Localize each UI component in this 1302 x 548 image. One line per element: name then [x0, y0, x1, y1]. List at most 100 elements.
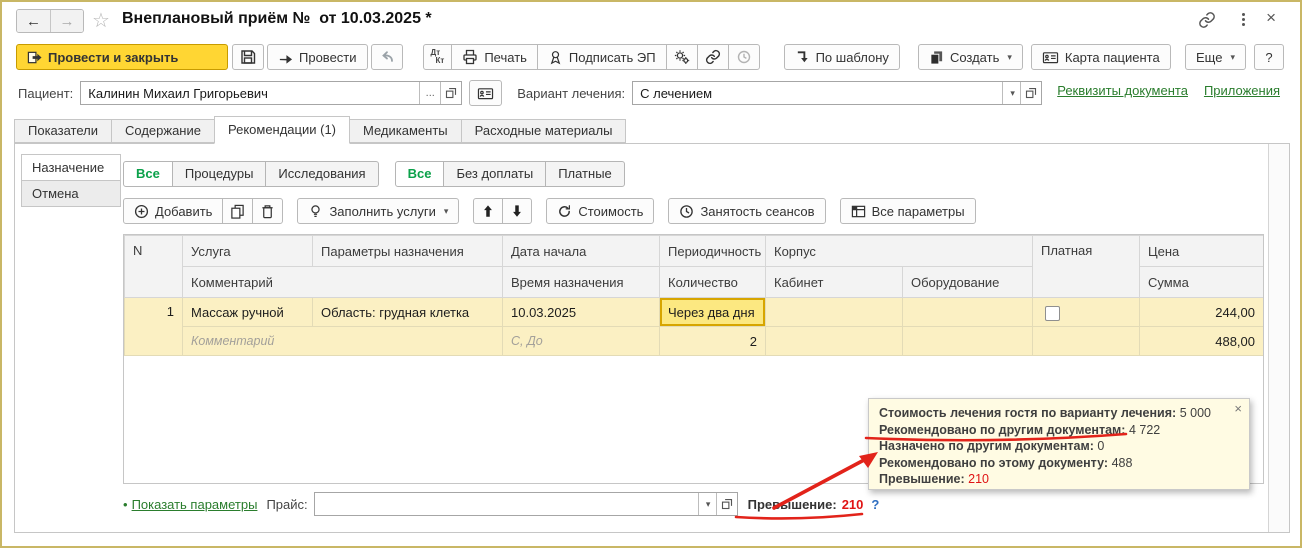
patient-open-button[interactable] [440, 82, 461, 104]
tab-soderzhanie[interactable]: Содержание [111, 119, 215, 143]
attachments-link[interactable]: Приложения [1204, 83, 1280, 98]
forward-button[interactable]: → [50, 10, 83, 32]
cost-button[interactable]: Стоимость [546, 198, 654, 224]
treatment-open-button[interactable] [1020, 82, 1041, 104]
undo-button[interactable] [371, 44, 403, 70]
history-button[interactable] [728, 44, 760, 70]
patient-card-button[interactable]: Карта пациента [1031, 44, 1171, 70]
get-link-icon[interactable] [1198, 11, 1216, 29]
col-paid: Платная [1033, 236, 1140, 298]
cell-room-2[interactable] [766, 327, 903, 356]
tooltip-close-icon[interactable]: × [1234, 402, 1242, 415]
favorite-star-icon[interactable]: ☆ [92, 8, 110, 33]
tooltip-line: Рекомендовано по другим документам: 4 72… [879, 422, 1239, 439]
side-tab-naznachenie[interactable]: Назначение [21, 154, 121, 181]
cell-comment-placeholder[interactable]: Комментарий [183, 327, 503, 356]
filter-payment-all[interactable]: Все [395, 161, 445, 187]
cell-sum[interactable]: 488,00 [1140, 327, 1264, 356]
filter-type-procedures[interactable]: Процедуры [172, 161, 267, 187]
patient-card-icon [1042, 50, 1059, 65]
patient-badge-button[interactable] [469, 80, 502, 106]
cell-price[interactable]: 244,00 [1140, 298, 1264, 327]
open-icon [1025, 87, 1037, 99]
excess-help-icon[interactable]: ? [871, 497, 879, 512]
post-and-close-button[interactable]: Провести и закрыть [16, 44, 228, 70]
more-dots-icon[interactable] [1242, 13, 1245, 26]
price-list-dropdown-button[interactable]: ▾ [698, 493, 716, 515]
filter-type-all[interactable]: Все [123, 161, 173, 187]
tooltip-line: Рекомендовано по этому документу: 488 [879, 455, 1239, 472]
treatment-variant-value: С лечением [633, 86, 1002, 101]
filter-payment-free[interactable]: Без доплаты [443, 161, 546, 187]
cell-equipment[interactable] [903, 298, 1033, 327]
side-tab-otmena[interactable]: Отмена [21, 180, 121, 207]
cell-equipment-2[interactable] [903, 327, 1033, 356]
fill-services-button[interactable]: Заполнить услуги ▾ [297, 198, 459, 224]
more-button[interactable]: Еще ▾ [1185, 44, 1246, 70]
create-icon [929, 50, 944, 65]
cell-time-placeholder[interactable]: С, До [503, 327, 660, 356]
help-label: ? [1265, 50, 1272, 65]
sign-ep-button[interactable]: Подписать ЭП [537, 44, 667, 70]
titlebar: ← → ☆ Внеплановый приём № от 10.03.2025 … [2, 2, 1300, 40]
dtkt-button[interactable]: ДтКт [423, 44, 453, 70]
delete-row-button[interactable] [252, 198, 283, 224]
col-assign-time: Время назначения [503, 267, 660, 298]
show-params-link[interactable]: Показать параметры [132, 497, 258, 512]
treatment-dropdown-button[interactable]: ▾ [1002, 82, 1020, 104]
move-down-button[interactable] [502, 198, 532, 224]
copy-row-button[interactable] [222, 198, 253, 224]
cell-quantity[interactable]: 2 [660, 327, 766, 356]
sessions-button[interactable]: Занятость сеансов [668, 198, 825, 224]
post-button[interactable]: Провести [267, 44, 368, 70]
cell-assign-params[interactable]: Область: грудная клетка [313, 298, 503, 327]
excess-label: Превышение: [748, 497, 837, 512]
cell-start-date[interactable]: 10.03.2025 [503, 298, 660, 327]
cell-paid-2[interactable] [1033, 327, 1140, 356]
command-bar-right: Еще ▾ ? [1185, 44, 1284, 70]
filter-type-group: Все Процедуры Исследования [123, 161, 379, 187]
price-list-label: Прайс: [266, 497, 307, 512]
back-button[interactable]: ← [17, 10, 50, 32]
gears-button[interactable] [666, 44, 698, 70]
tab-pokazateli[interactable]: Показатели [14, 119, 112, 143]
cell-service[interactable]: Массаж ручной [183, 298, 313, 327]
add-row-button[interactable]: Добавить [123, 198, 223, 224]
create-button[interactable]: Создать ▾ [918, 44, 1023, 70]
paid-checkbox[interactable] [1045, 306, 1060, 321]
all-params-button[interactable]: Все параметры [840, 198, 976, 224]
combo-arrow-icon: ▾ [1010, 88, 1015, 99]
post-label: Провести [299, 50, 357, 65]
close-icon[interactable]: × [1266, 8, 1276, 28]
print-button[interactable]: Печать [451, 44, 538, 70]
col-equipment: Оборудование [903, 267, 1033, 298]
save-button[interactable] [232, 44, 264, 70]
price-list-open-button[interactable] [716, 493, 737, 515]
treatment-variant-combo[interactable]: С лечением ▾ [632, 81, 1042, 105]
filter-payment-paid[interactable]: Платные [545, 161, 625, 187]
cell-row-number[interactable]: 1 [125, 298, 183, 356]
price-list-combo[interactable]: ▾ [314, 492, 738, 516]
bulb-icon [308, 204, 323, 219]
col-building: Корпус [766, 236, 1033, 267]
filter-type-research[interactable]: Исследования [265, 161, 378, 187]
patient-choose-button[interactable]: ... [419, 82, 440, 104]
by-template-button[interactable]: По шаблону [784, 44, 900, 70]
tab-rekomendacii[interactable]: Рекомендации (1) [214, 116, 350, 144]
tab-medikamenty[interactable]: Медикаменты [349, 119, 462, 143]
tab-rashodnye-materialy[interactable]: Расходные материалы [461, 119, 627, 143]
patient-card-label: Карта пациента [1065, 50, 1160, 65]
main-tabs: Показатели Содержание Рекомендации (1) М… [15, 116, 626, 143]
cell-periodicity-selected[interactable]: Через два дня [660, 298, 766, 327]
add-row-label: Добавить [155, 204, 212, 219]
move-up-button[interactable] [473, 198, 503, 224]
vertical-scrollbar[interactable] [1268, 144, 1289, 532]
filter-row: Все Процедуры Исследования Все Без допла… [123, 161, 625, 187]
command-bar: Провести и закрыть Провести ДтКт [16, 44, 1171, 70]
help-button[interactable]: ? [1254, 44, 1284, 70]
cell-paid[interactable] [1033, 298, 1140, 327]
attach-link-button[interactable] [697, 44, 729, 70]
patient-input[interactable]: Калинин Михаил Григорьевич ... [80, 81, 462, 105]
document-requisites-link[interactable]: Реквизиты документа [1057, 83, 1188, 98]
cell-room[interactable] [766, 298, 903, 327]
